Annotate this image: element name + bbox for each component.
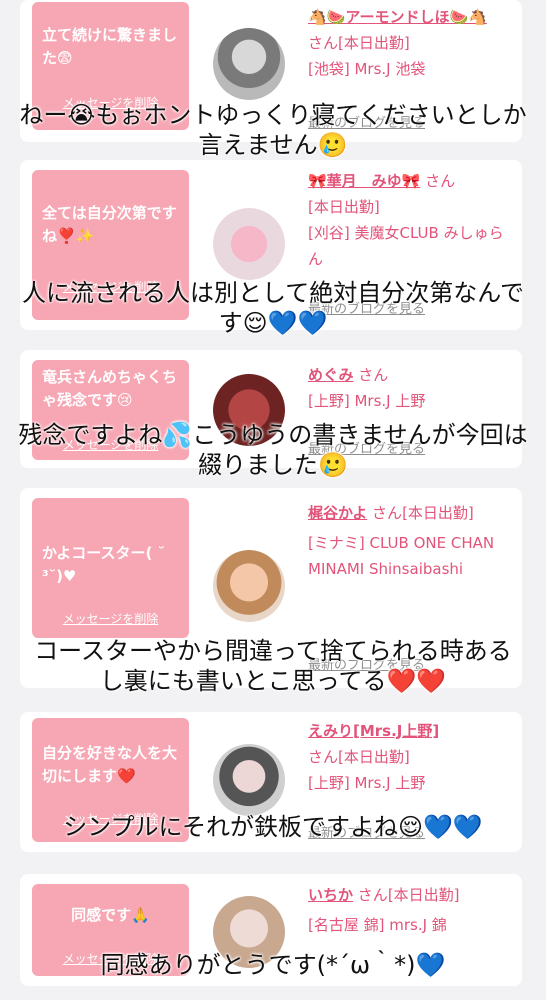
overlay-caption: 同感ありがとうです(*´ω｀*)💙 (100, 951, 446, 979)
name-suffix: さん (357, 886, 388, 904)
cast-name-link[interactable]: えみり[Mrs.J上野] (308, 718, 513, 744)
overlay-caption: 人に流される人は別として絶対自分次第なんです😌💙💙 (21, 279, 525, 337)
name-suffix: さん (425, 172, 456, 190)
status-text: [本日出勤] (387, 886, 460, 904)
message-text: かよコースター( ˘ ³˘)♥ (42, 544, 166, 585)
shop-text[interactable]: [池袋] Mrs.J 池袋 (308, 56, 513, 82)
cast-name-link[interactable]: 🐴🍉アーモンドしほ🍉🐴 (308, 4, 513, 30)
name-suffix: さん (308, 34, 339, 52)
overlay-caption: ねー😭もぉホントゆっくり寝てくださいとしか言えません🥲 (19, 101, 527, 159)
name-suffix: さん (372, 504, 403, 522)
shop-text[interactable]: [上野] Mrs.J 上野 (308, 770, 513, 796)
shop-text[interactable]: [ミナミ] CLUB ONE CHAN MINAMI Shinsaibashi (308, 530, 513, 582)
shop-text[interactable]: [上野] Mrs.J 上野 (308, 388, 513, 414)
avatar[interactable] (213, 208, 285, 280)
shop-text[interactable]: [刈谷] 美魔女CLUB みしゅらん (308, 220, 513, 272)
status-text: [本日出勤] (338, 748, 410, 766)
overlay-caption: シンプルにそれが鉄板ですよね😌💙💙 (63, 813, 483, 841)
name-suffix: さん (358, 366, 389, 384)
status-text: [本日出勤] (338, 34, 410, 52)
cast-name-link[interactable]: 🎀華月 みゆ🎀 (308, 172, 420, 190)
delete-message-link[interactable]: メッセージを削除 (32, 610, 189, 627)
name-suffix: さん (308, 748, 339, 766)
avatar[interactable] (213, 550, 285, 622)
message-bubble: かよコースター( ˘ ³˘)♥ メッセージを削除 (32, 498, 189, 638)
overlay-caption: 残念ですよね💦こうゆうの書きませんが今回は綴りました🥲 (18, 421, 528, 479)
overlay-caption: コースターやから間違って捨てられる時あるし裏にも書いとこ思ってる❤️❤️ (34, 637, 512, 695)
status-text: [本日出勤] (402, 504, 474, 522)
cast-name-link[interactable]: めぐみ (308, 366, 353, 384)
avatar[interactable] (213, 744, 285, 816)
avatar[interactable] (213, 28, 285, 100)
shop-text[interactable]: [名古屋 錦] mrs.J 錦 (308, 912, 513, 938)
cast-name-link[interactable]: いちか (308, 886, 353, 904)
message-text: 竜兵さんめちゃくちゃ残念です😢 (42, 368, 178, 409)
status-text: [本日出勤] (308, 198, 380, 216)
message-text: 自分を好きな人を大切にします❤️ (42, 744, 178, 785)
message-text: 立て続けに驚きました😨 (42, 26, 178, 67)
message-text: 全ては自分次第ですね❣️✨ (42, 204, 177, 245)
message-text: 同感です🙏 (71, 906, 150, 924)
cast-name-link[interactable]: 梶谷かよ (308, 504, 367, 522)
